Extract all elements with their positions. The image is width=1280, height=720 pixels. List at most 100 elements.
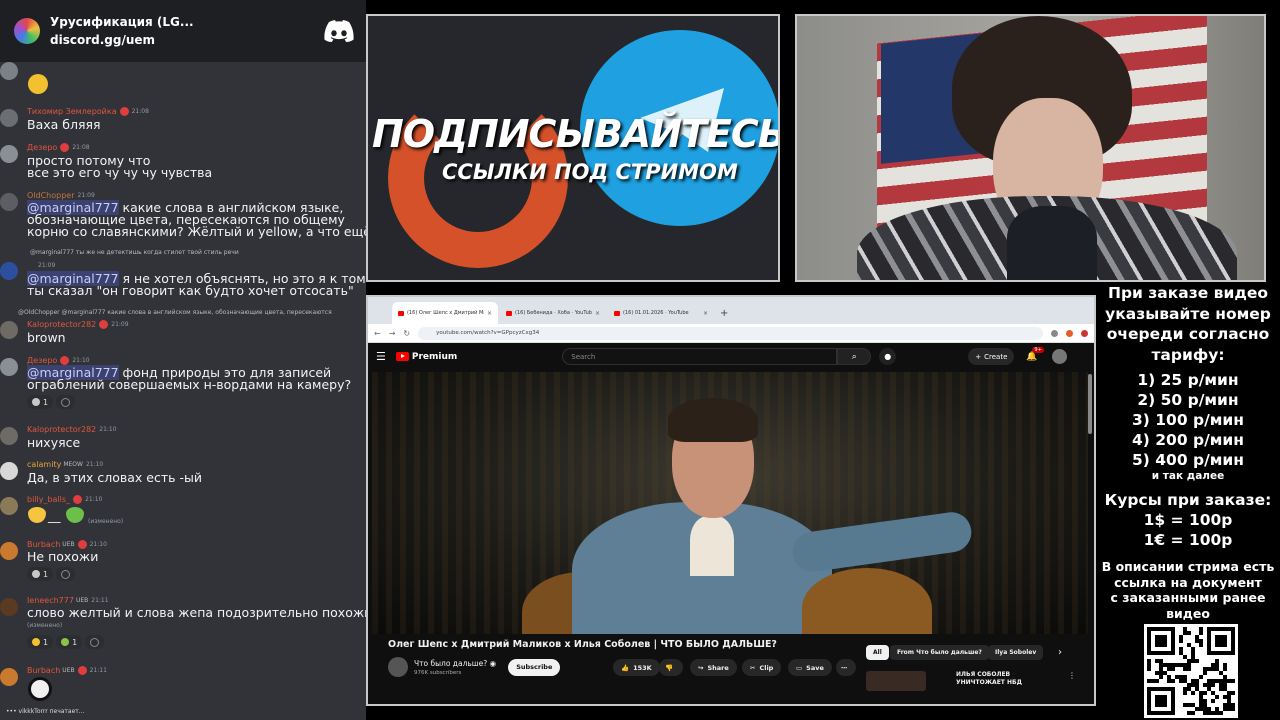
chip-all[interactable]: All	[866, 645, 889, 660]
banner-caption: ССЫЛКИ ПОД СТРИМОМ	[442, 160, 738, 184]
message-author: Kaloprotector282	[27, 425, 97, 434]
reload-icon[interactable]: ↻	[403, 329, 410, 338]
message-time: 21:09	[77, 192, 95, 199]
channel-avatar[interactable]	[388, 657, 408, 677]
extension-icon[interactable]	[1051, 329, 1058, 337]
discord-chat-overlay: Урусификация (LG... discord.gg/uem Тихом…	[0, 0, 366, 720]
reaction-button[interactable]: 1	[56, 635, 83, 649]
chip-from-channel[interactable]: From Что было дальше?	[890, 645, 989, 660]
video-player[interactable]	[372, 372, 1088, 634]
desc-line: ссылка на документ	[1114, 574, 1262, 590]
discord-server-header: Урусификация (LG... discord.gg/uem	[0, 0, 366, 62]
thumbs-down-icon: 👎	[665, 663, 674, 672]
reaction-button[interactable]: 1	[27, 635, 54, 649]
menu-icon[interactable]: ☰	[376, 350, 386, 363]
role-badge-icon	[73, 495, 83, 504]
search-icon: ⌕	[851, 351, 857, 362]
reaction-button[interactable]: 1	[27, 567, 54, 581]
account-avatar[interactable]	[1051, 349, 1067, 364]
message-author: Тихомир Землеройка	[27, 107, 117, 116]
subscriber-count: 976K subscribers	[414, 669, 462, 676]
close-tab-icon[interactable]: ×	[703, 310, 708, 317]
server-tag: UEB	[62, 541, 75, 548]
add-reaction-button[interactable]	[56, 395, 76, 409]
notifications-button[interactable]: 🔔 9+	[1026, 346, 1044, 362]
reaction-emoji-icon	[32, 638, 40, 646]
recommended-thumbnail[interactable]	[866, 671, 926, 691]
avatar	[0, 109, 18, 127]
kebab-menu-icon[interactable]: ⋮	[1068, 671, 1076, 680]
edited-label: (изменено)	[88, 518, 124, 525]
role-badge-icon	[99, 320, 109, 329]
channel-row: Что было дальше? ◉ 976K subscribers Subs…	[388, 657, 561, 677]
back-icon[interactable]: ←	[374, 329, 381, 338]
create-button[interactable]: + Create	[968, 348, 1015, 365]
browser-tab[interactable]: (16) Олег Шепс х Дмитрий Ма ×	[392, 302, 498, 324]
youtube-play-icon	[395, 352, 409, 361]
edited-label: (изменено)	[27, 622, 63, 629]
message-author: OldChopper	[27, 191, 75, 200]
server-tag: MEOW	[63, 461, 83, 468]
save-button[interactable]: ▭ Save	[788, 659, 832, 676]
voice-search-button[interactable]: ●	[879, 348, 897, 365]
server-icon	[14, 18, 40, 44]
clip-button[interactable]: ✂ Clip	[742, 659, 782, 676]
reply-preview[interactable]: @marginal777 ты же не детектишь когда ст…	[30, 249, 239, 256]
search-button[interactable]: ⌕	[837, 348, 872, 365]
desc-line: В описании стрима есть	[1101, 559, 1275, 574]
close-tab-icon[interactable]: ×	[595, 310, 600, 317]
server-tag: UEB	[62, 667, 75, 674]
youtube-logo[interactable]: Premium	[395, 352, 457, 362]
browser-tab[interactable]: (16) Бебенида · Хоба · YouTube ×	[500, 302, 606, 324]
reaction-button[interactable]: 1	[27, 395, 54, 409]
banner-title: ПОДПИСЫВАЙТЕСЬ	[372, 112, 780, 156]
message-author: Burbach	[27, 540, 61, 549]
avatar	[0, 358, 18, 376]
add-reaction-icon	[61, 397, 71, 407]
dislike-button[interactable]: 👎	[659, 659, 683, 676]
message-author: Дезеро	[27, 143, 58, 152]
extension-icon[interactable]	[1066, 329, 1073, 337]
desc-line: с заказанными ранее	[1110, 590, 1266, 605]
message-author: billy_balls_	[27, 495, 71, 504]
message-time: 21:10	[99, 426, 117, 433]
message-text: Не похожи	[27, 549, 99, 564]
message-time: 21:11	[89, 667, 107, 674]
profile-icon[interactable]	[1081, 329, 1088, 337]
more-actions-button[interactable]: ⋯	[836, 659, 856, 676]
share-button[interactable]: ↪ Share	[690, 659, 737, 676]
video-person-hair	[668, 398, 758, 442]
message-time: 21:09	[38, 262, 56, 269]
message-author: Kaloprotector282	[27, 320, 97, 329]
avatar	[0, 542, 18, 560]
role-badge-icon	[60, 356, 70, 365]
forward-icon[interactable]: →	[389, 329, 396, 338]
message-time: 21:10	[85, 461, 104, 468]
qr-code-icon	[1147, 627, 1235, 715]
avatar	[0, 262, 18, 280]
browser-tab[interactable]: (16) 01.01.2026 · YouTube ×	[608, 302, 714, 324]
reply-preview[interactable]: @OldChopper @marginal777 какие слова в а…	[18, 309, 332, 316]
message-time: 21:08	[131, 108, 149, 115]
new-tab-button[interactable]: +	[720, 308, 728, 319]
subscribe-button[interactable]: Subscribe	[508, 658, 561, 676]
message-time: 21:09	[111, 321, 129, 328]
scrollbar[interactable]	[1088, 374, 1092, 434]
add-reaction-button[interactable]	[56, 567, 76, 581]
avatar	[0, 497, 18, 515]
recommended-title[interactable]: ИЛЬЯ СОБОЛЕВ УНИЧТОЖАЕТ НБД	[956, 671, 1022, 687]
message-time: 21:10	[89, 541, 107, 548]
green-heart-icon	[66, 507, 84, 523]
search-input[interactable]: Search	[562, 348, 838, 365]
like-button[interactable]: 👍 153K	[613, 659, 660, 676]
info-heading-line: тарифу:	[1151, 345, 1225, 364]
info-heading-line: указывайте номер	[1105, 304, 1271, 323]
chip-ilya-sobolev[interactable]: Ilya Sobolev	[988, 645, 1044, 660]
add-reaction-button[interactable]	[85, 635, 105, 649]
channel-name[interactable]: Что было дальше? ◉	[414, 659, 496, 668]
fx-line: 1$ = 100р	[1143, 511, 1233, 529]
webcam-feed	[795, 14, 1266, 282]
url-field[interactable]: youtube.com/watch?v=GPpcyzCxg34	[418, 326, 1043, 340]
close-tab-icon[interactable]: ×	[487, 310, 492, 317]
chevron-right-icon[interactable]: ›	[1058, 647, 1062, 658]
